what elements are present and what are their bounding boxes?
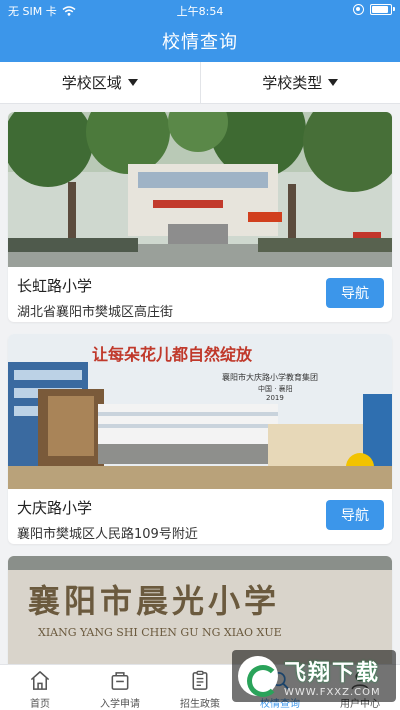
filter-type-dropdown[interactable]: 学校类型 xyxy=(199,62,400,103)
watermark-logo-icon xyxy=(238,656,279,697)
filter-type-label: 学校类型 xyxy=(262,74,323,92)
status-right xyxy=(353,4,395,15)
school-name: 大庆路小学 xyxy=(17,499,93,517)
battery-icon xyxy=(370,4,395,15)
school-card[interactable]: 让每朵花儿都自然绽放 襄阳市大庆路小学教育集团 中国 · 襄阳 2019 大庆路… xyxy=(8,334,392,544)
home-icon xyxy=(30,671,50,690)
app-header: 校情查询 xyxy=(0,20,400,62)
tab-home-label: 首页 xyxy=(30,699,50,710)
application-icon xyxy=(111,672,129,690)
school-building-photo: 让每朵花儿都自然绽放 襄阳市大庆路小学教育集团 中国 · 襄阳 2019 xyxy=(8,334,392,489)
school-wall-photo: 襄阳市晨光小学 XIANG YANG SHI CHEN GU NG XIAO X… xyxy=(8,556,392,664)
photo-banner-text: 让每朵花儿都自然绽放 xyxy=(92,345,253,364)
filter-region-dropdown[interactable]: 学校区域 xyxy=(0,62,200,103)
school-card[interactable]: 襄阳市晨光小学 XIANG YANG SHI CHEN GU NG XIAO X… xyxy=(8,556,392,664)
filter-region-label: 学校区域 xyxy=(61,74,122,92)
school-gate-photo xyxy=(8,112,392,267)
tab-policy-label: 招生政策 xyxy=(180,699,220,710)
watermark-main-text: 飞翔下载 xyxy=(284,660,381,686)
school-card[interactable]: 长虹路小学 湖北省襄阳市樊城区高庄街 导航 xyxy=(8,112,392,322)
status-bar: 无 SIM 卡 上午8:54 xyxy=(0,0,400,20)
navigate-button[interactable]: 导航 xyxy=(326,500,384,530)
school-address: 襄阳市樊城区人民路109号附近 xyxy=(17,527,198,542)
photo-sign-text: 襄阳市晨光小学 xyxy=(28,582,280,620)
tab-policy[interactable]: 招生政策 xyxy=(160,665,240,710)
tab-home[interactable]: 首页 xyxy=(0,665,80,710)
school-name: 长虹路小学 xyxy=(17,277,93,295)
watermark-url-text: WWW.FXXZ.COM xyxy=(284,686,381,698)
photo-sign-pinyin-text: XIANG YANG SHI CHEN GU NG XIAO XUE xyxy=(38,626,282,639)
rotation-lock-icon xyxy=(353,4,364,15)
watermark-text: 飞翔下载 WWW.FXXZ.COM xyxy=(284,655,381,698)
caret-down-icon xyxy=(328,79,339,86)
school-address: 湖北省襄阳市樊城区高庄街 xyxy=(17,305,174,320)
filter-bar: 学校区域 学校类型 xyxy=(0,62,400,104)
photo-sign-text: 襄阳市大庆路小学教育集团 xyxy=(222,372,318,382)
school-list[interactable]: 长虹路小学 湖北省襄阳市樊城区高庄街 导航 让每朵花儿都自然绽放 襄阳市大庆路小… xyxy=(0,104,400,664)
page-title: 校情查询 xyxy=(162,32,238,53)
tab-application[interactable]: 入学申请 xyxy=(80,665,160,710)
watermark: 飞翔下载 WWW.FXXZ.COM xyxy=(232,650,396,702)
caret-down-icon xyxy=(127,79,138,86)
tab-application-label: 入学申请 xyxy=(100,699,140,710)
status-time: 上午8:54 xyxy=(176,5,224,18)
photo-year-text: 2019 xyxy=(266,394,284,402)
navigate-button[interactable]: 导航 xyxy=(326,278,384,308)
policy-icon xyxy=(192,670,208,690)
photo-sign-sub-text: 中国 · 襄阳 xyxy=(258,384,293,393)
